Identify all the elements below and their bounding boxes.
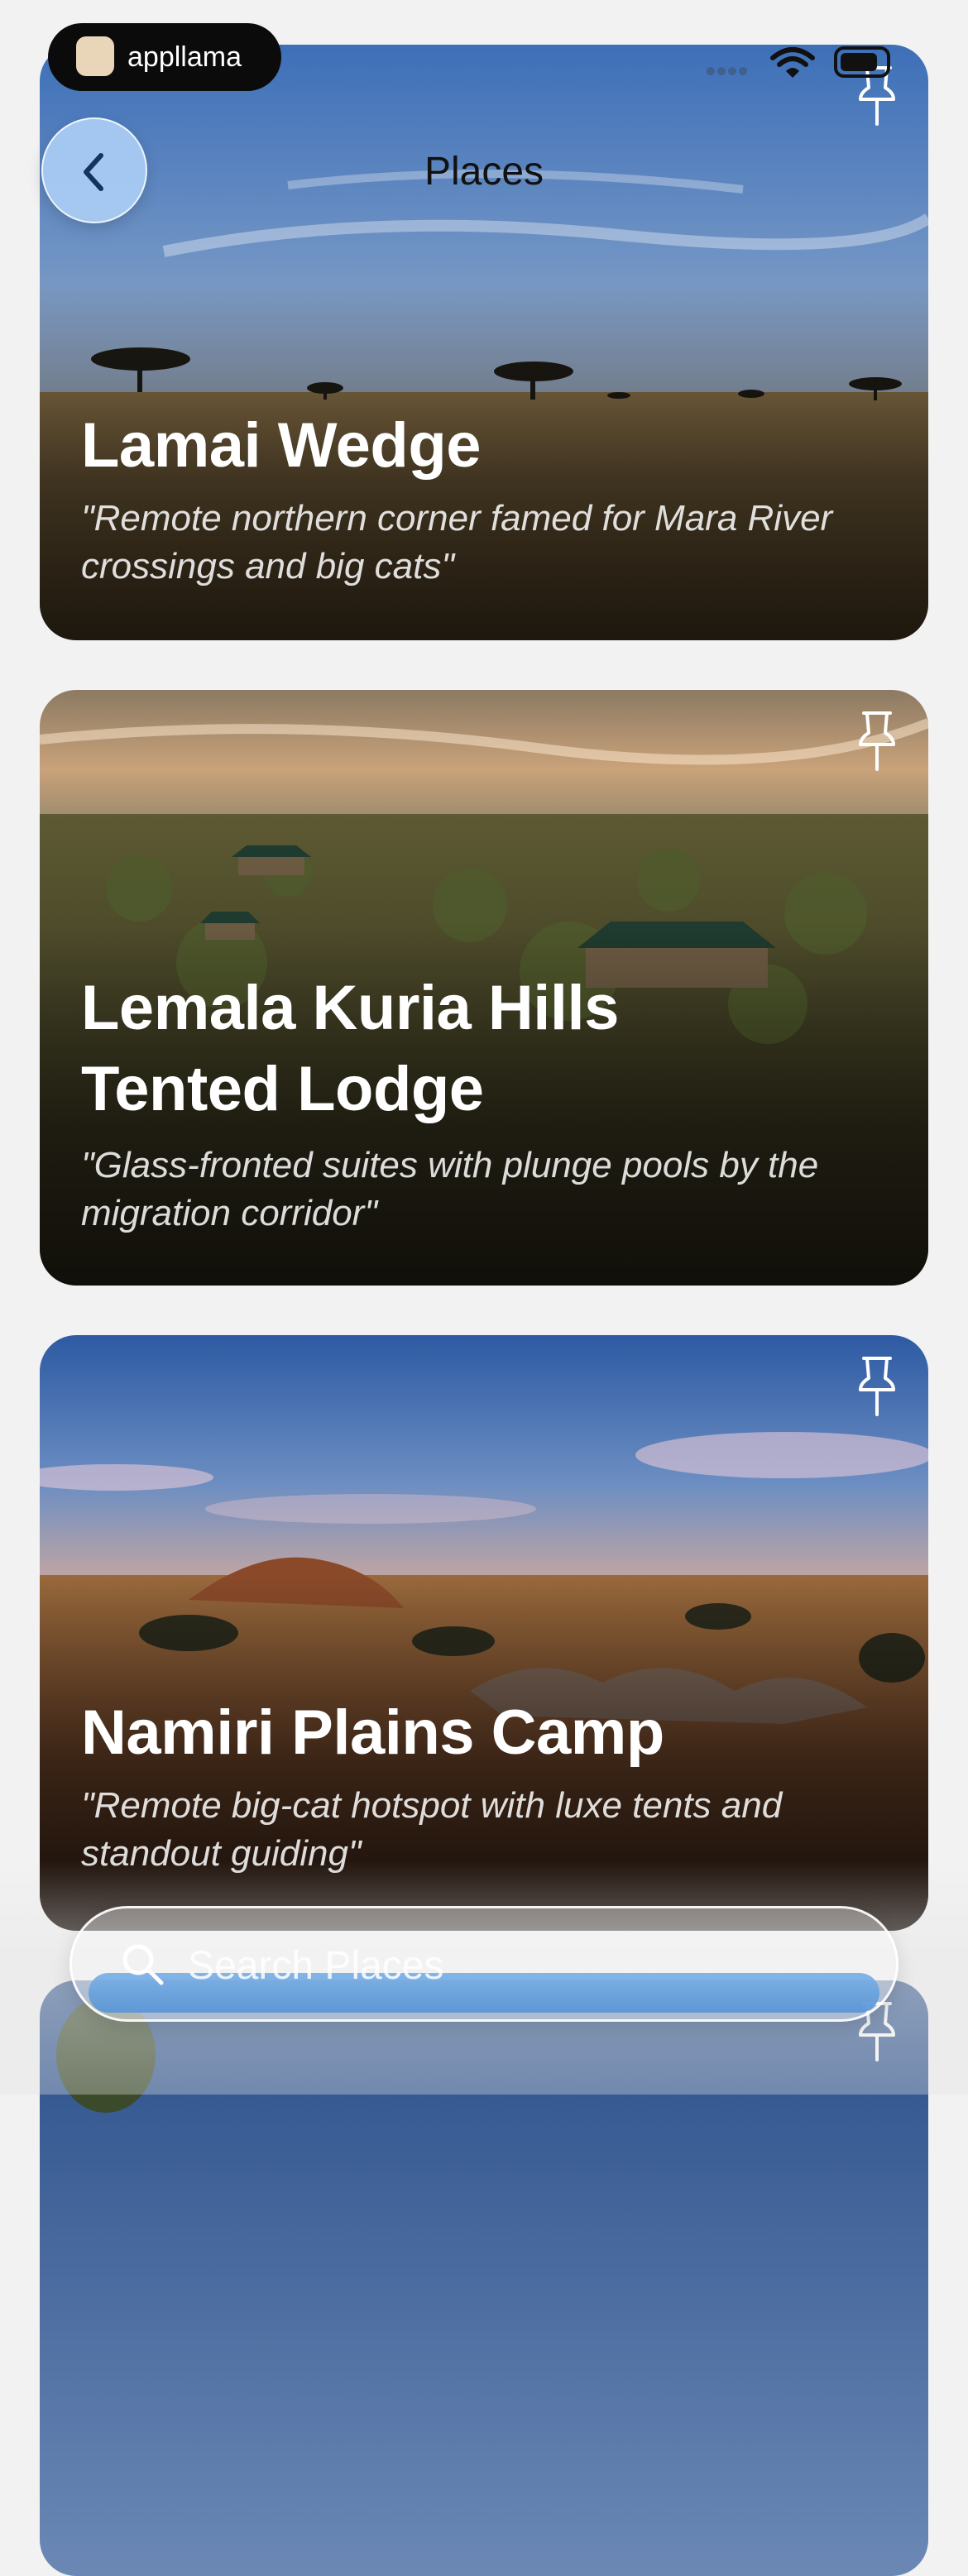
place-description: "Remote northern corner famed for Mara R…	[81, 498, 833, 587]
status-bar: appllama	[0, 0, 968, 108]
signal-dots-icon	[707, 65, 750, 79]
pin-icon[interactable]	[854, 1355, 900, 1418]
wifi-icon	[770, 47, 815, 78]
place-card-namiri-plains-camp[interactable]: Namiri Plains Camp "Remote big-cat hotsp…	[40, 1335, 928, 1931]
battery-icon	[834, 46, 890, 78]
pin-icon[interactable]	[854, 710, 900, 773]
llama-logo-icon	[76, 36, 114, 76]
page-title: Places	[424, 150, 544, 194]
place-description: "Glass-fronted suites with plunge pools …	[81, 1145, 819, 1233]
search-input[interactable]	[186, 1933, 851, 1998]
search-icon	[122, 1944, 164, 1985]
search-bar[interactable]	[69, 1906, 899, 2022]
place-card-lamai-wedge[interactable]: Lamai Wedge "Remote northern corner fame…	[40, 45, 928, 640]
place-title: Lemala Kuria Hills Tented Lodge	[81, 973, 619, 1124]
place-card-lemala-kuria-hills[interactable]: Lemala Kuria Hills Tented Lodge "Glass-f…	[40, 690, 928, 1286]
app-badge: appllama	[48, 23, 281, 91]
app-badge-name: appllama	[127, 41, 242, 73]
place-title: Namiri Plains Camp	[81, 1697, 664, 1768]
place-title: Lamai Wedge	[81, 410, 482, 481]
